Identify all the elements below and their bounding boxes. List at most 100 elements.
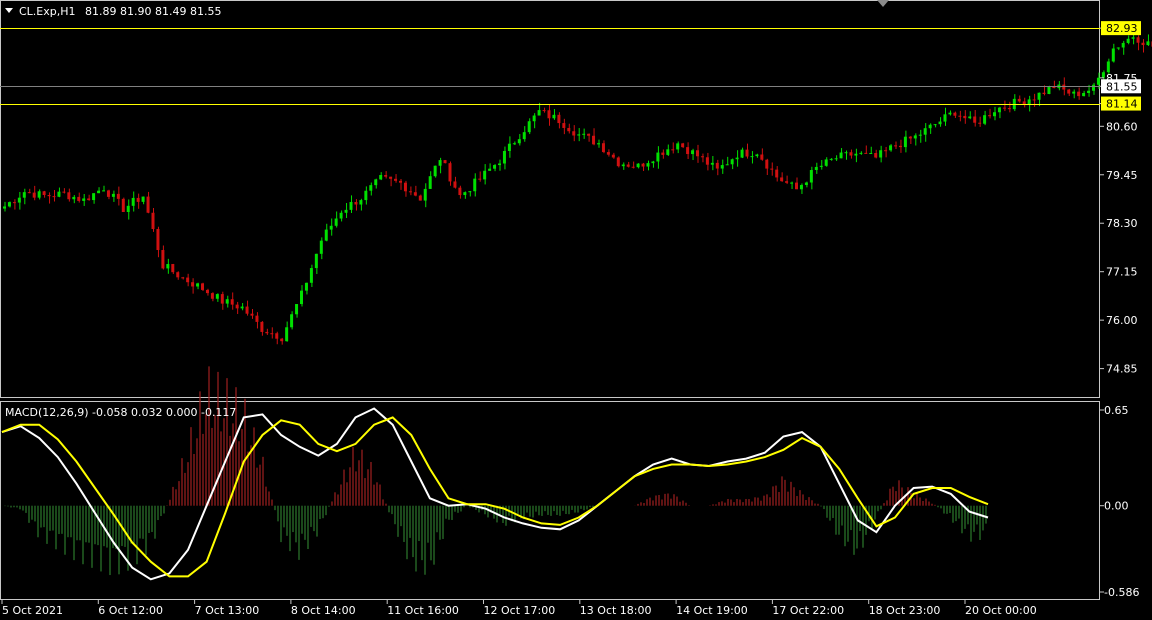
candle (57, 187, 61, 198)
candle (1141, 39, 1145, 53)
candle (1017, 95, 1021, 103)
time-tick-label: 18 Oct 23:00 (869, 604, 941, 617)
candle (681, 142, 685, 149)
candle (67, 188, 71, 202)
candle (300, 285, 303, 307)
candle (27, 188, 31, 194)
chart-menu-icon[interactable] (5, 8, 13, 13)
time-axis: 5 Oct 2021 6 Oct 12:00 7 Oct 13:00 8 Oct 14… (1, 600, 1037, 617)
candle (141, 196, 145, 205)
candle (988, 108, 992, 119)
candle (963, 110, 967, 124)
candle (587, 133, 591, 142)
candle (498, 159, 501, 171)
candle (582, 128, 586, 139)
candle (181, 276, 185, 280)
candle (319, 237, 323, 260)
chart-shift-marker[interactable] (877, 0, 889, 7)
candle (97, 187, 101, 194)
candle (641, 162, 645, 172)
candle (819, 160, 823, 170)
candle (1047, 85, 1051, 95)
candle (354, 199, 358, 211)
candle (933, 123, 937, 128)
candle (854, 148, 858, 163)
candle (230, 292, 234, 310)
candle (567, 123, 571, 134)
candle (62, 188, 66, 194)
candle (710, 156, 714, 171)
price-tick-label: 78.30 (1106, 217, 1138, 230)
candle (646, 160, 650, 171)
candle (379, 172, 383, 181)
candle (37, 189, 41, 200)
candle (1022, 97, 1026, 108)
candle (611, 152, 615, 159)
candle (725, 156, 729, 166)
candle (389, 176, 393, 187)
candle (473, 173, 477, 197)
candle (201, 282, 204, 292)
candle (547, 103, 551, 126)
candle (636, 163, 640, 169)
candle (577, 128, 581, 142)
time-tick-label: 5 Oct 2021 (2, 604, 63, 617)
time-tick-label: 17 Oct 22:00 (772, 604, 844, 617)
candle (1126, 35, 1130, 45)
candle (215, 293, 219, 302)
candle (285, 321, 289, 342)
candle (898, 139, 902, 153)
candle (1136, 35, 1140, 51)
candle (572, 125, 576, 142)
candle (374, 178, 378, 189)
candle (626, 161, 630, 168)
time-tick-label: 8 Oct 14:00 (291, 604, 356, 617)
candle (1116, 47, 1120, 51)
candle (186, 273, 190, 287)
candle (542, 107, 546, 113)
candle (102, 185, 105, 192)
candle (894, 141, 897, 149)
candle (339, 210, 343, 222)
candle (72, 195, 76, 204)
candle (715, 159, 719, 176)
candle (849, 149, 853, 159)
candle (77, 192, 81, 203)
candle (993, 106, 996, 121)
candle (606, 149, 610, 157)
candle (220, 291, 224, 310)
candle (280, 337, 284, 345)
candle (32, 185, 36, 201)
candle (12, 199, 16, 210)
candle (126, 199, 130, 220)
candle (869, 146, 873, 155)
candle (601, 140, 605, 154)
candle (953, 111, 957, 118)
candle (483, 164, 487, 185)
candle (686, 142, 690, 160)
candle (22, 188, 26, 205)
horizontal-levels[interactable] (0, 28, 1100, 105)
candle (453, 176, 457, 189)
candle (1077, 87, 1081, 100)
candle (1057, 81, 1061, 91)
candle (235, 301, 239, 314)
price-tick-label: 74.85 (1106, 363, 1138, 376)
chart-canvas[interactable]: 82.9381.7581.5581.1480.6079.4578.3077.15… (0, 0, 1152, 620)
macd-main-line (1, 407, 989, 581)
candle (176, 271, 180, 280)
candle (171, 263, 175, 275)
candle (597, 139, 600, 148)
candle (42, 190, 46, 198)
candle (468, 190, 472, 197)
candle (1027, 95, 1031, 112)
candle (438, 157, 442, 174)
candle (1111, 43, 1115, 63)
candle (938, 117, 942, 127)
candle (785, 175, 789, 185)
candle (275, 331, 279, 345)
candle (324, 223, 328, 242)
candle (1072, 89, 1076, 99)
candle (666, 144, 670, 157)
candle (760, 148, 764, 161)
